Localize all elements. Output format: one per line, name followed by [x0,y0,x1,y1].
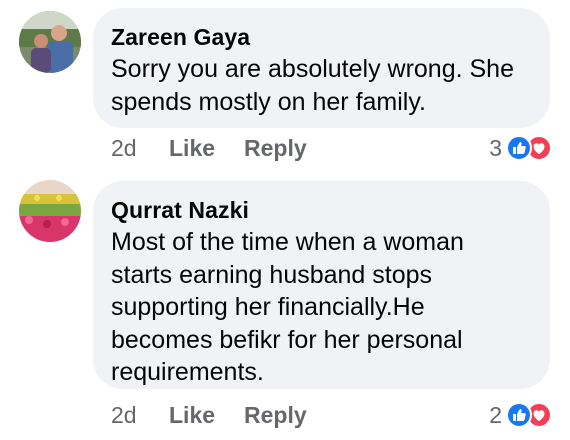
reactions-summary[interactable]: 3 [474,132,554,164]
like-reaction-icon [506,135,532,161]
reply-button[interactable]: Reply [244,399,307,431]
comment-bubble: Zareen Gaya Sorry you are absolutely wro… [93,8,550,128]
comment-text: Sorry you are absolutely wrong. She spen… [111,55,514,116]
comment-text: Most of the time when a woman starts ear… [111,228,464,386]
like-reaction-icon [506,402,532,428]
like-button[interactable]: Like [169,399,215,431]
comment-time[interactable]: 2d [111,399,137,431]
comment-actions: 2d Like Reply [111,132,311,164]
comment-author[interactable]: Qurrat Nazki [111,195,532,225]
avatar[interactable] [19,180,81,242]
reply-button[interactable]: Reply [244,132,307,164]
comment-author[interactable]: Zareen Gaya [111,22,532,52]
reaction-count: 3 [489,135,502,161]
like-button[interactable]: Like [169,132,215,164]
avatar[interactable] [19,11,81,73]
reactions-summary[interactable]: 2 [474,399,554,431]
comment-actions: 2d Like Reply [111,399,311,431]
comment-bubble: Qurrat Nazki Most of the time when a wom… [93,181,550,389]
reaction-count: 2 [489,402,502,428]
comment-time[interactable]: 2d [111,132,137,164]
